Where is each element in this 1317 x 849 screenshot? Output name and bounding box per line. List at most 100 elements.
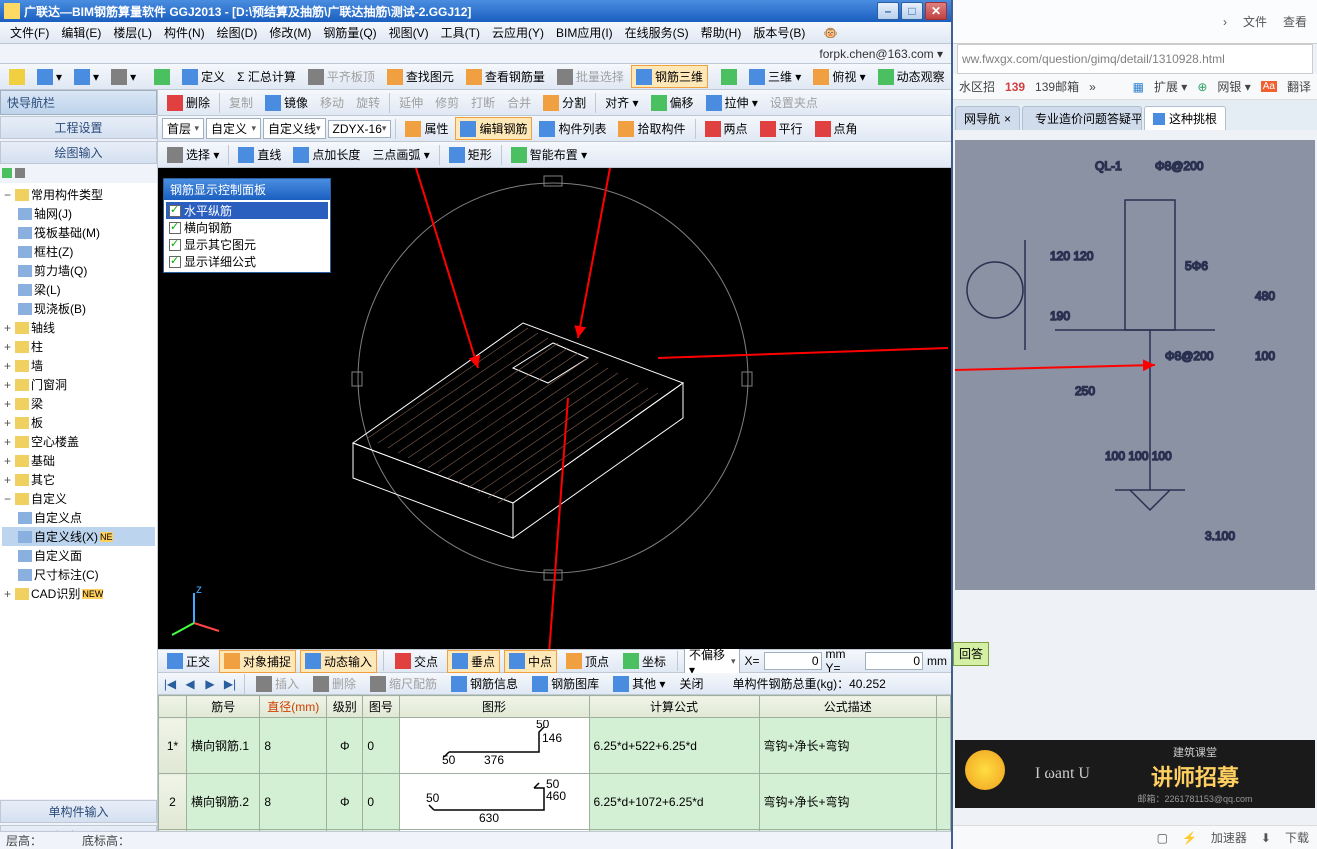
- tree-f2[interactable]: 墙: [31, 357, 43, 374]
- pt-ext-tool[interactable]: 点加长度: [288, 143, 365, 166]
- th-shape[interactable]: 图形: [399, 696, 589, 718]
- row2-code[interactable]: 0: [363, 774, 399, 830]
- row2-desc[interactable]: 弯钩+净长+弯钩: [759, 774, 937, 830]
- fav-2[interactable]: 139邮箱: [1035, 78, 1079, 95]
- tree-axis[interactable]: 轴网(J): [34, 205, 72, 222]
- split-tool[interactable]: 分割: [538, 91, 591, 114]
- row2-shape[interactable]: 50 630 460 50: [399, 774, 589, 830]
- grid-delete-button[interactable]: 删除: [308, 672, 361, 695]
- insert-button[interactable]: 插入: [251, 672, 304, 695]
- save-button[interactable]: ▾: [32, 66, 67, 88]
- first-button[interactable]: |◀: [162, 677, 178, 691]
- merge-tool[interactable]: 合并: [502, 91, 536, 114]
- status-accel[interactable]: 加速器: [1211, 829, 1247, 846]
- edit-rebar-button[interactable]: 编辑钢筋: [455, 117, 532, 140]
- menu-modify[interactable]: 修改(M): [263, 22, 317, 43]
- last-button[interactable]: ▶|: [222, 677, 238, 691]
- arrow-button[interactable]: [149, 66, 175, 88]
- tab-2[interactable]: 专业造价问题答疑平台-广联达×: [1022, 106, 1142, 130]
- br-view[interactable]: 查看: [1283, 13, 1307, 30]
- tree-f0[interactable]: 轴线: [31, 319, 55, 336]
- zdyx-select[interactable]: ZDYX-16: [328, 120, 392, 138]
- fav-bank[interactable]: 网银 ▾: [1217, 78, 1250, 95]
- fav-1[interactable]: 水区招: [959, 78, 995, 95]
- emoji-icon[interactable]: 🐵: [817, 24, 844, 42]
- batch-sel-button[interactable]: 批量选择: [552, 65, 629, 88]
- floor-select[interactable]: 首层: [162, 118, 204, 139]
- tree-col[interactable]: 框柱(Z): [34, 243, 73, 260]
- menu-file[interactable]: 文件(F): [4, 22, 55, 43]
- define-button[interactable]: 定义: [177, 65, 230, 88]
- rebar-table[interactable]: 筋号 直径(mm) 级别 图号 图形 计算公式 公式描述 1* 横向钢筋.1: [158, 695, 951, 849]
- prev-button[interactable]: ◀: [182, 677, 198, 691]
- minus-icon[interactable]: [15, 168, 25, 178]
- vertex-snap[interactable]: 顶点: [561, 650, 614, 673]
- next-button[interactable]: ▶: [202, 677, 218, 691]
- tree-cad[interactable]: CAD识别: [31, 585, 80, 602]
- mid-snap[interactable]: 中点: [504, 650, 557, 673]
- answer-button[interactable]: 回答: [953, 642, 989, 666]
- user-email[interactable]: forpk.chen@163.com ▾: [819, 47, 943, 61]
- menu-rebar[interactable]: 钢筋量(Q): [317, 22, 382, 43]
- perp-snap[interactable]: 垂点: [447, 650, 500, 673]
- menu-online[interactable]: 在线服务(S): [619, 22, 695, 43]
- row1-name[interactable]: 横向钢筋.1: [187, 718, 260, 774]
- custom-line-select[interactable]: 自定义线: [263, 118, 326, 139]
- parallel-button[interactable]: 平行: [755, 117, 808, 140]
- extend-tool[interactable]: 延伸: [394, 91, 428, 114]
- smart-tool[interactable]: 智能布置 ▾: [506, 143, 592, 166]
- tab-3[interactable]: 这种挑根: [1144, 106, 1226, 130]
- ad-banner[interactable]: I ωant U 建筑课堂 讲师招募 邮箱：2261781153@qq.com: [955, 740, 1315, 808]
- fav-ext[interactable]: 扩展 ▾: [1154, 78, 1187, 95]
- redo-button[interactable]: ▾: [106, 66, 141, 88]
- th-dia[interactable]: 直径(mm): [260, 696, 327, 718]
- stretch-tool[interactable]: 拉伸 ▾: [701, 91, 763, 114]
- pt-angle-button[interactable]: 点角: [810, 117, 863, 140]
- nav-project[interactable]: 工程设置: [0, 116, 157, 139]
- offset-tool[interactable]: 偏移: [646, 91, 699, 114]
- pick-comp-button[interactable]: 拾取构件: [613, 117, 690, 140]
- row2-formula[interactable]: 6.25*d+1072+6.25*d: [589, 774, 759, 830]
- menu-help[interactable]: 帮助(H): [695, 22, 748, 43]
- sigma-button[interactable]: Σ 汇总计算: [232, 65, 301, 88]
- fav-trans[interactable]: 翻译: [1287, 78, 1311, 95]
- row1-dia[interactable]: 8: [260, 718, 327, 774]
- break-tool[interactable]: 打断: [466, 91, 500, 114]
- tree-f4[interactable]: 梁: [31, 395, 43, 412]
- tree-c3[interactable]: 尺寸标注(C): [34, 566, 99, 583]
- tree-raft[interactable]: 筏板基础(M): [34, 224, 100, 241]
- component-tree[interactable]: −常用构件类型 轴网(J) 筏板基础(M) 框柱(Z) 剪力墙(Q) 梁(L) …: [0, 183, 157, 799]
- tree-c1[interactable]: 自定义线(X): [34, 528, 98, 545]
- row2-dia[interactable]: 8: [260, 774, 327, 830]
- ortho-button[interactable]: 俯视 ▾: [808, 65, 870, 88]
- rocket-icon[interactable]: ⚡: [1182, 831, 1197, 845]
- tree-slab[interactable]: 现浇板(B): [34, 300, 86, 317]
- copy-tool[interactable]: 复制: [224, 91, 258, 114]
- tree-f8[interactable]: 其它: [31, 471, 55, 488]
- comp-list-button[interactable]: 构件列表: [534, 117, 611, 140]
- props-button[interactable]: 属性: [400, 117, 453, 140]
- th-formula[interactable]: 计算公式: [589, 696, 759, 718]
- menu-bim[interactable]: BIM应用(I): [550, 22, 619, 43]
- menu-component[interactable]: 构件(N): [158, 22, 211, 43]
- tab-close-icon[interactable]: ×: [1004, 112, 1011, 126]
- menu-version[interactable]: 版本号(B): [747, 22, 811, 43]
- tree-f3[interactable]: 门窗洞: [31, 376, 67, 393]
- minimize-button[interactable]: –: [877, 2, 899, 20]
- tree-root[interactable]: 常用构件类型: [31, 186, 103, 203]
- nav-single[interactable]: 单构件输入: [0, 800, 157, 823]
- select-tool[interactable]: 选择 ▾: [162, 143, 224, 166]
- address-bar[interactable]: ww.fwxgx.com/question/gimq/detail/131092…: [957, 44, 1313, 74]
- custom-select[interactable]: 自定义: [206, 118, 261, 139]
- dyn-toggle[interactable]: 动态输入: [300, 650, 377, 673]
- dl-icon[interactable]: ⬇: [1261, 831, 1271, 845]
- arc-tool[interactable]: 三点画弧 ▾: [367, 143, 434, 166]
- y-input[interactable]: [865, 652, 923, 670]
- tree-f7[interactable]: 基础: [31, 452, 55, 469]
- close-button[interactable]: ✕: [925, 2, 947, 20]
- tree-c0[interactable]: 自定义点: [34, 509, 82, 526]
- check-rebar-button[interactable]: 查看钢筋量: [461, 65, 550, 88]
- osnap-toggle[interactable]: 对象捕捉: [219, 650, 296, 673]
- rebar-info-button[interactable]: 钢筋信息: [446, 672, 523, 695]
- line-tool[interactable]: 直线: [233, 143, 286, 166]
